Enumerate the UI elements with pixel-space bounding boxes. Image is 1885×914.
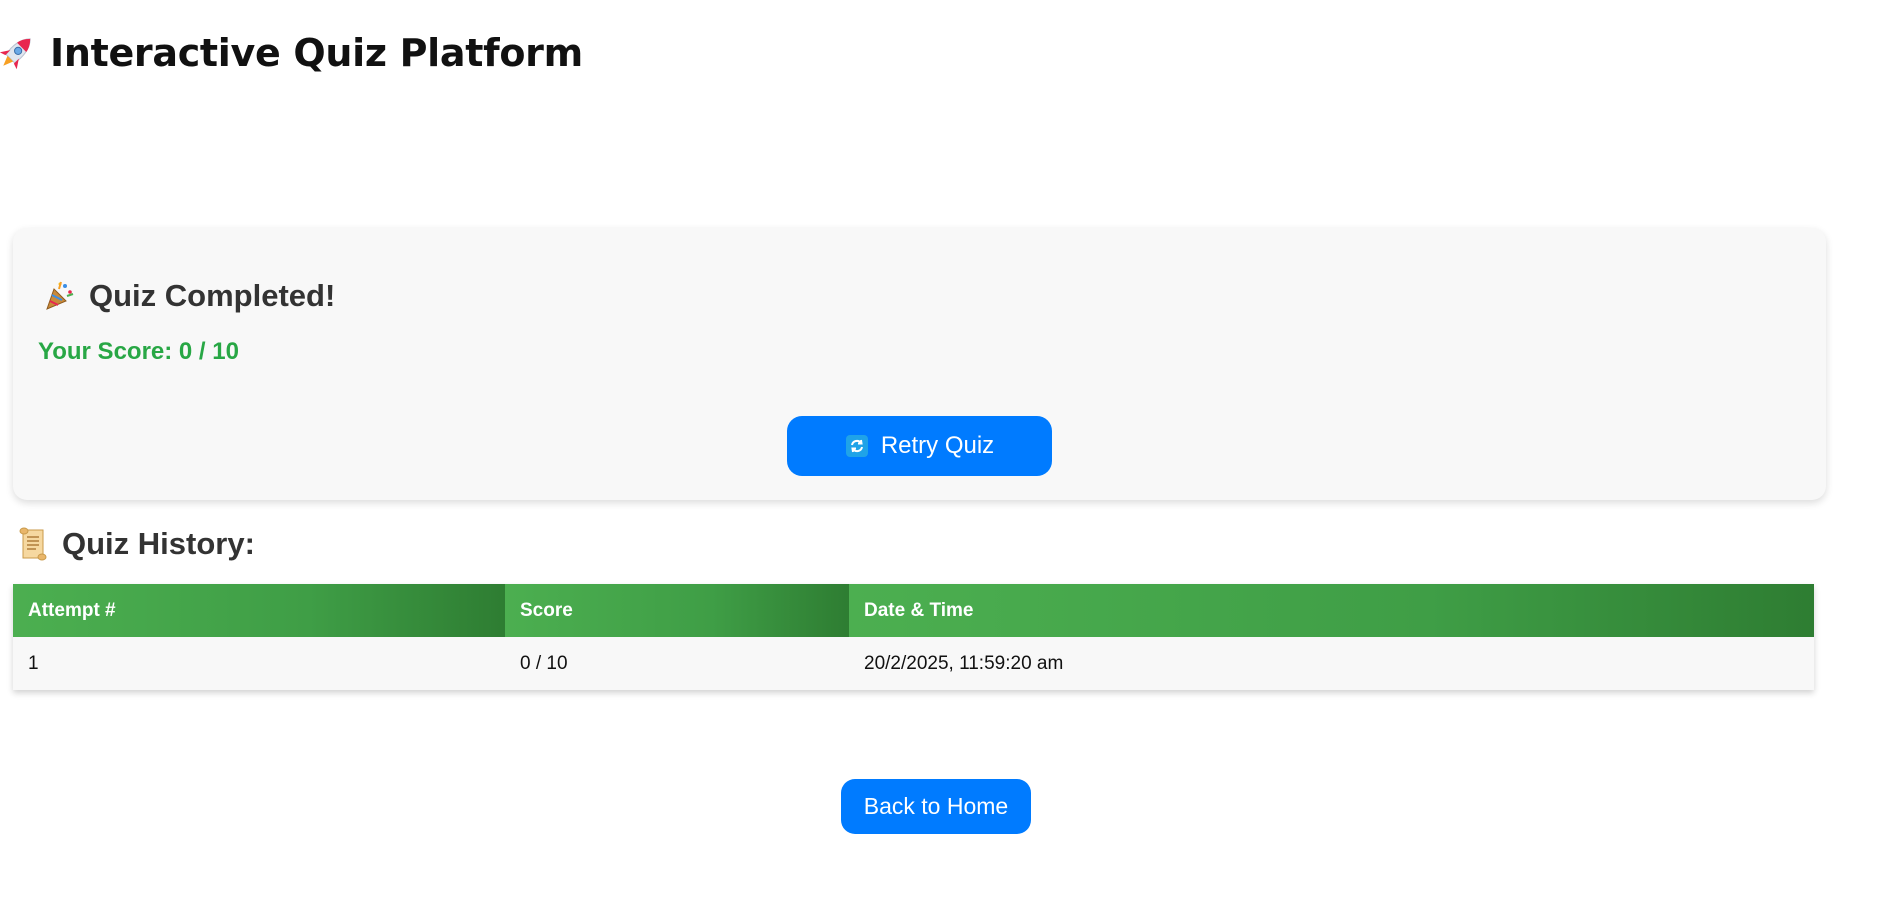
- quiz-completed-heading: Quiz Completed!: [43, 278, 335, 314]
- rocket-icon: [0, 31, 36, 75]
- table-header-row: Attempt # Score Date & Time: [13, 584, 1814, 637]
- back-to-home-button[interactable]: Back to Home: [841, 779, 1031, 834]
- quiz-history-table: Attempt # Score Date & Time 1 0 / 10 20/…: [13, 584, 1814, 690]
- page-title: Interactive Quiz Platform: [50, 31, 583, 75]
- column-header-date-time: Date & Time: [849, 584, 1814, 637]
- score-cell: 0 / 10: [505, 637, 849, 690]
- column-header-attempt: Attempt #: [13, 584, 505, 637]
- quiz-history-title: Quiz History:: [62, 526, 255, 561]
- retry-quiz-button[interactable]: Retry Quiz: [787, 416, 1052, 476]
- date-time-cell: 20/2/2025, 11:59:20 am: [849, 637, 1814, 690]
- quiz-history-heading: Quiz History:: [18, 526, 255, 562]
- table-row: 1 0 / 10 20/2/2025, 11:59:20 am: [13, 637, 1814, 690]
- column-header-score: Score: [505, 584, 849, 637]
- result-card: Quiz Completed! Your Score: 0 / 10 Retry…: [13, 228, 1826, 500]
- app-header: Interactive Quiz Platform: [0, 26, 583, 80]
- party-popper-icon: [43, 280, 75, 312]
- scroll-icon: [18, 527, 48, 561]
- retry-quiz-label: Retry Quiz: [880, 432, 995, 459]
- quiz-completed-title: Quiz Completed!: [89, 278, 336, 313]
- attempt-cell: 1: [13, 637, 505, 690]
- refresh-icon: [845, 434, 869, 458]
- score-text: Your Score: 0 / 10: [38, 338, 239, 365]
